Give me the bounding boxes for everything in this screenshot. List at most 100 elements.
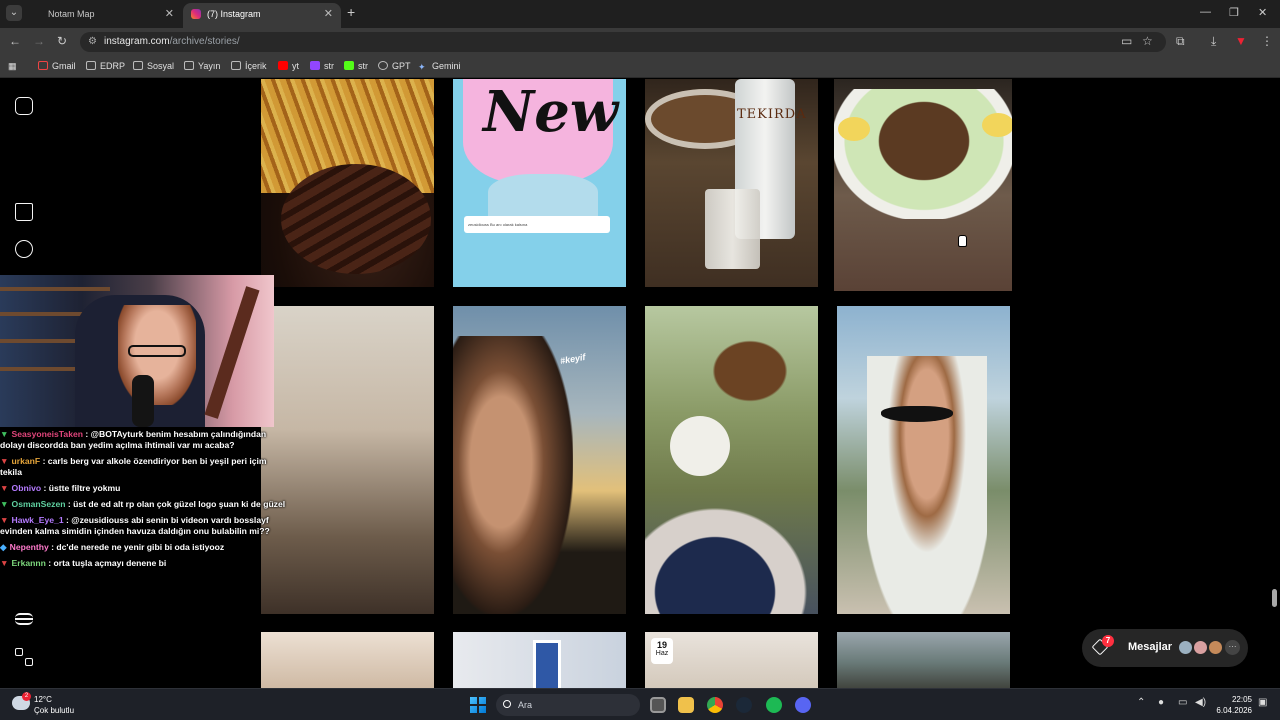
- back-icon[interactable]: ←: [9, 34, 21, 48]
- webcam-overlay: [0, 275, 274, 427]
- bookmark-yayin[interactable]: Yayın: [184, 60, 220, 73]
- more-menu-icon[interactable]: ⋮: [1261, 34, 1273, 48]
- more-dots-icon: ···: [1225, 640, 1240, 655]
- selfie-image: [453, 336, 573, 614]
- tray-overflow-icon[interactable]: ⌃: [1137, 697, 1145, 708]
- reels-icon[interactable]: [15, 240, 33, 258]
- network-icon[interactable]: ▭: [1178, 697, 1187, 708]
- chevron-icon: ▼: [0, 515, 9, 525]
- story-thumbnail[interactable]: [453, 632, 626, 688]
- profile-icon[interactable]: ▼: [1235, 34, 1247, 48]
- site-info-icon[interactable]: ⚙: [88, 32, 97, 52]
- chat-message: ▼ OsmanSezen : üst de ed alt rp olan çok …: [0, 499, 286, 509]
- apps-grid-icon[interactable]: ▦: [8, 60, 17, 73]
- story-thumbnail[interactable]: [834, 79, 1012, 291]
- search-icon: [503, 700, 511, 708]
- bookmarks-bar: ▦ Gmail EDRP Sosyal Yayın İçerik yt str …: [0, 56, 1280, 78]
- bookmark-gemini[interactable]: ✦ Gemini: [418, 60, 461, 73]
- instagram-logo-icon[interactable]: [15, 97, 33, 115]
- task-view-icon[interactable]: [650, 697, 666, 713]
- window-image: [533, 640, 561, 688]
- raki-glass-image: [705, 189, 760, 269]
- story-thumbnail[interactable]: New zeusidiouss Bu anı olarak kalsına: [453, 79, 626, 287]
- story-thumbnail[interactable]: TEKIRDA: [645, 79, 818, 287]
- home-icon[interactable]: [15, 203, 33, 221]
- bookmark-gpt[interactable]: GPT: [378, 60, 411, 73]
- temperature: 12°C: [34, 695, 52, 704]
- page-scrollbar[interactable]: [1272, 589, 1277, 607]
- spotify-icon[interactable]: [766, 697, 782, 713]
- reload-icon[interactable]: ↻: [57, 34, 67, 48]
- gemini-icon: ✦: [418, 62, 426, 72]
- bookmark-str-kick[interactable]: str: [344, 60, 368, 73]
- new-tab-icon[interactable]: +: [347, 4, 355, 20]
- tab-notam-map[interactable]: Notam Map ✕: [30, 3, 182, 28]
- chat-message-continued: evinden kalma simidin içinden havuza dal…: [0, 526, 270, 536]
- tab-strip: ⌄ Notam Map ✕ (7) Instagram ✕ + — ❐ ✕: [0, 0, 1280, 28]
- folder-icon: [231, 61, 241, 70]
- leg-image: [645, 496, 818, 614]
- chat-message: ◆ Nepenthy : dc'de nerede ne yenir gibi b…: [0, 542, 225, 552]
- volume-icon[interactable]: ◀): [1195, 697, 1206, 708]
- instagram-favicon-icon: [191, 9, 201, 19]
- twitch-icon: [310, 61, 320, 70]
- address-bar[interactable]: ⚙ instagram.com/archive/stories/: [80, 32, 1166, 52]
- bookmark-edrp[interactable]: EDRP: [86, 60, 125, 73]
- restore-icon[interactable]: ❐: [1229, 6, 1239, 19]
- story-thumbnail[interactable]: [261, 632, 434, 688]
- story-date-badge: 19 Haz: [651, 638, 673, 664]
- chatgpt-icon: [378, 61, 388, 70]
- discord-icon[interactable]: [795, 697, 811, 713]
- story-thumbnail[interactable]: [645, 306, 818, 614]
- bookmark-star-icon[interactable]: ☆: [1142, 34, 1153, 48]
- folder-icon: [86, 61, 96, 70]
- file-explorer-icon[interactable]: [678, 697, 694, 713]
- eyeglasses-image: [128, 345, 186, 357]
- steam-icon[interactable]: [736, 697, 752, 713]
- forward-icon[interactable]: →: [33, 34, 45, 48]
- tab-instagram[interactable]: (7) Instagram ✕: [183, 3, 341, 28]
- gmail-icon: [38, 61, 48, 70]
- microphone-icon[interactable]: ●: [1158, 697, 1164, 708]
- chevron-icon: ▼: [0, 499, 9, 509]
- messages-button[interactable]: 7 Mesajlar ···: [1082, 629, 1248, 667]
- bookmark-str-twitch[interactable]: str: [310, 60, 334, 73]
- selfie-sunglasses-image: [867, 356, 987, 614]
- extensions-icon[interactable]: ⧉: [1176, 34, 1185, 49]
- kick-icon: [344, 61, 354, 70]
- chevron-icon: ▼: [0, 483, 9, 493]
- minimize-icon[interactable]: —: [1200, 6, 1211, 18]
- download-icon[interactable]: ⤓: [1211, 34, 1216, 49]
- chevron-icon: ▼: [0, 558, 9, 568]
- chat-message: ▼ urkanF : carls berg var alkole özendiri…: [0, 456, 267, 466]
- notification-icon[interactable]: ▣: [1258, 697, 1267, 708]
- story-thumbnail[interactable]: #keyif: [453, 306, 626, 614]
- bookmark-yt[interactable]: yt: [278, 60, 299, 73]
- url-path: /archive/stories/: [169, 36, 240, 47]
- story-thumbnail[interactable]: [837, 306, 1010, 614]
- avatar: [1178, 640, 1193, 655]
- close-window-icon[interactable]: ✕: [1258, 6, 1267, 19]
- chrome-icon[interactable]: [707, 697, 723, 713]
- system-clock[interactable]: 22:05 6.04.2026: [1210, 694, 1252, 716]
- date-month: Haz: [655, 650, 669, 657]
- weather-widget[interactable]: 12°C Çok bulutlu: [34, 694, 74, 716]
- tab-label: (7) Instagram: [207, 9, 261, 19]
- story-thumbnail[interactable]: 19 Haz: [645, 632, 818, 688]
- more-menu-icon[interactable]: [15, 613, 33, 625]
- clock-time: 22:05: [1231, 695, 1252, 704]
- lemon-image: [838, 117, 870, 141]
- windows-start-icon[interactable]: [470, 697, 486, 713]
- bookmark-gmail[interactable]: Gmail: [38, 60, 76, 73]
- taskbar-search[interactable]: Ara: [496, 694, 640, 716]
- story-thumbnail[interactable]: [837, 632, 1010, 688]
- bookmark-icerik[interactable]: İçerik: [231, 60, 267, 73]
- cast-icon[interactable]: ▭: [1121, 34, 1132, 48]
- also-from-meta-icon[interactable]: [15, 648, 33, 666]
- tab-search-chevron-icon[interactable]: ⌄: [6, 5, 22, 21]
- clock-date: 6.04.2026: [1216, 706, 1252, 715]
- close-tab-icon[interactable]: ✕: [165, 3, 174, 25]
- story-thumbnail[interactable]: [261, 79, 434, 287]
- bookmark-sosyal[interactable]: Sosyal: [133, 60, 174, 73]
- close-tab-icon[interactable]: ✕: [324, 3, 333, 25]
